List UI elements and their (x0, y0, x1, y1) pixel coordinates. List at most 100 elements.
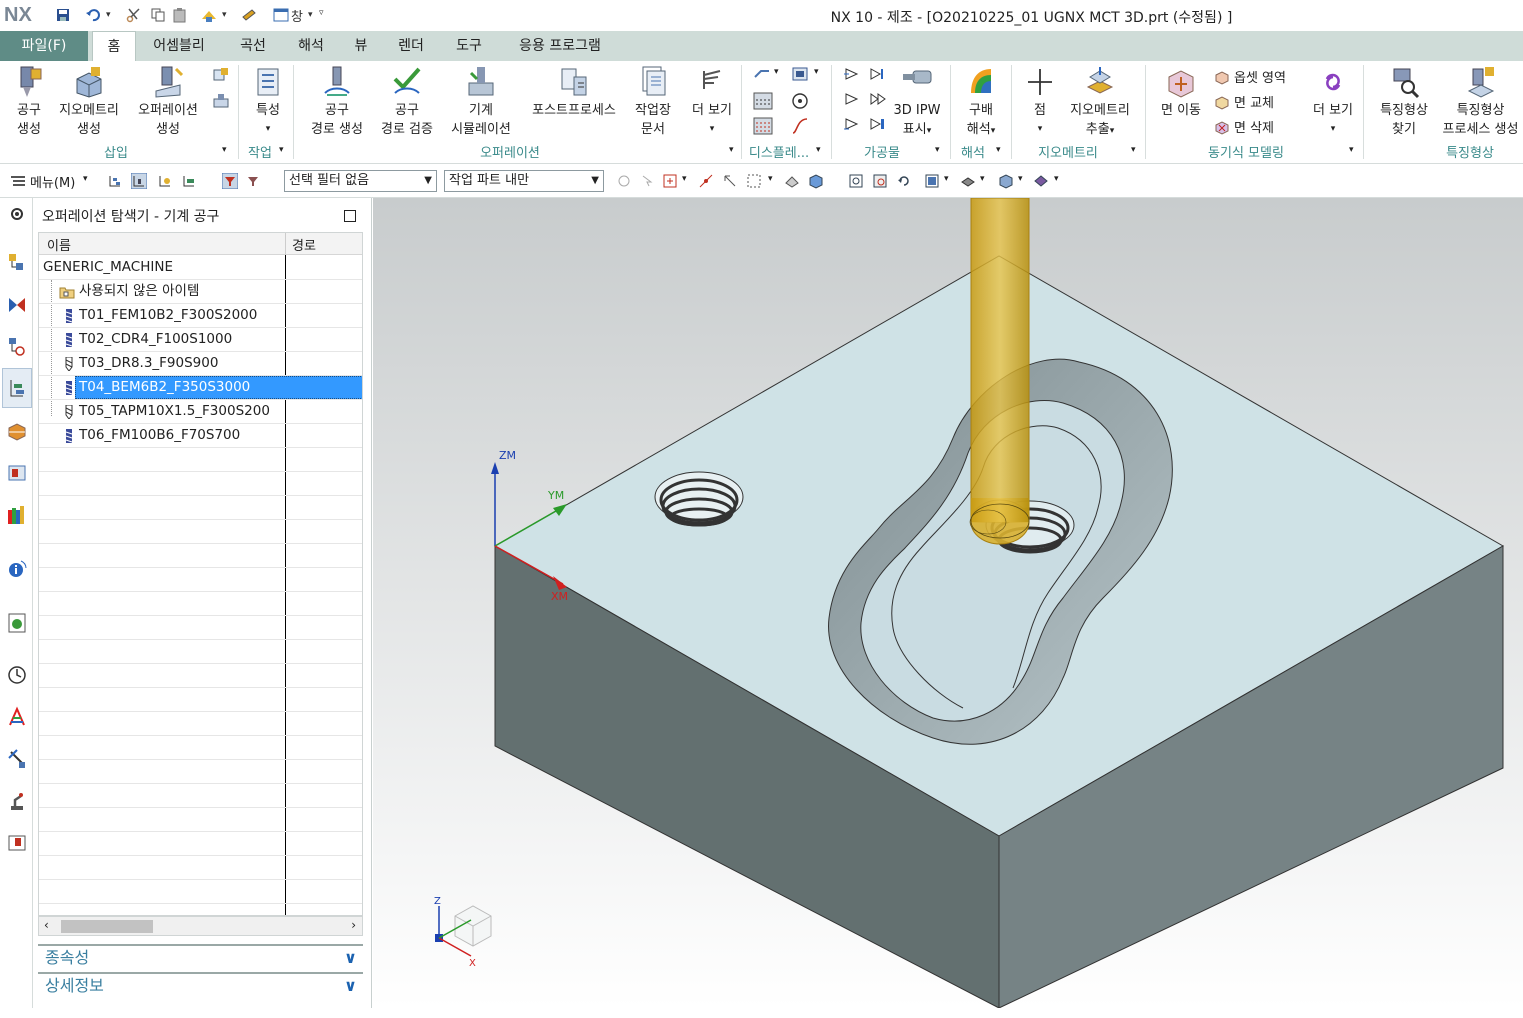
background-icon[interactable] (998, 173, 1014, 189)
edge-display-dropdown-icon[interactable]: ▾ (1054, 174, 1059, 184)
select-chain-icon[interactable] (722, 173, 738, 189)
tab-assembly[interactable]: 어셈블리 (140, 31, 218, 61)
display-point-icon[interactable] (791, 92, 809, 110)
reuse-library-icon[interactable] (7, 462, 27, 484)
filter-options-icon[interactable] (245, 173, 261, 189)
maximize-icon[interactable] (344, 210, 356, 222)
workpiece-play-icon[interactable] (843, 67, 861, 81)
verify-toolpath-button[interactable]: 공구 경로 검증 (372, 65, 442, 139)
geometry-view-icon[interactable] (157, 173, 173, 189)
display-curve-icon[interactable] (791, 117, 809, 135)
display-ipw-icon[interactable] (791, 66, 809, 82)
manufacturing-wizard-icon[interactable] (7, 748, 27, 770)
rectangle-select-dropdown-icon[interactable]: ▾ (768, 174, 773, 184)
select-in-view-dropdown-icon[interactable]: ▾ (682, 174, 687, 184)
tree-row[interactable]: T02_CDR4_F100S1000 (39, 328, 362, 352)
display-group-dropdown-icon[interactable]: ▾ (816, 145, 821, 155)
cutting-tool[interactable] (969, 198, 1030, 545)
work-group-dropdown-icon[interactable]: ▾ (279, 145, 284, 155)
render-style-icon[interactable] (960, 173, 976, 189)
tab-view[interactable]: 뷰 (344, 31, 378, 61)
offset-region-button[interactable]: 옵셋 영역 (1214, 67, 1286, 86)
history-icon[interactable] (7, 664, 27, 686)
workpiece-rewind-icon[interactable] (843, 92, 861, 106)
select-feature-icon[interactable] (616, 173, 632, 189)
find-feature-button[interactable]: 특징형상 찾기 (1372, 65, 1436, 139)
create-tool-button[interactable]: 공구 생성 (8, 65, 50, 139)
column-header-path[interactable]: 경로 (292, 235, 316, 254)
palette-icon[interactable] (7, 504, 27, 526)
robot-icon[interactable] (7, 790, 27, 812)
selection-filter-dropdown[interactable]: 선택 필터 없음 ▼ (284, 170, 437, 192)
snap-point-icon[interactable] (698, 173, 714, 189)
replace-face-button[interactable]: 면 교체 (1214, 92, 1274, 111)
workpiece-end-icon[interactable] (868, 117, 886, 131)
tree-row[interactable]: T05_TAPM10X1.5_F300S200 (39, 400, 362, 424)
create-method-icon[interactable] (212, 93, 230, 109)
tree-row-root[interactable]: GENERIC_MACHINE (39, 256, 362, 280)
tab-curve[interactable]: 곡선 (228, 31, 278, 61)
solid-body-icon[interactable] (808, 173, 824, 189)
select-in-view-icon[interactable] (662, 173, 678, 189)
tree-row[interactable]: T01_FEM10B2_F300S2000 (39, 304, 362, 328)
tab-analysis[interactable]: 해석 (286, 31, 336, 61)
model-view[interactable]: ZM YM XM Z X (373, 198, 1523, 1008)
menu-button[interactable]: 메뉴(M) (30, 172, 75, 191)
resource-settings-icon[interactable] (7, 204, 27, 226)
machining-method-view-icon[interactable] (181, 173, 197, 189)
tab-tools[interactable]: 도구 (444, 31, 494, 61)
part-navigator-icon[interactable] (7, 336, 27, 358)
tab-home[interactable]: 홈 (92, 31, 136, 62)
background-dropdown-icon[interactable]: ▾ (1018, 174, 1023, 184)
workpiece-step-icon[interactable] (868, 67, 886, 81)
delete-face-button[interactable]: 면 삭제 (1214, 117, 1274, 136)
dependencies-panel[interactable]: 종속성 ∨ (38, 944, 363, 970)
column-header-name[interactable]: 이름 (47, 235, 71, 254)
machine-navigator-icon[interactable] (7, 420, 27, 442)
shop-documentation-button[interactable]: 작업장 문서 (626, 65, 680, 139)
tree-row[interactable]: 사용되지 않은 아이템 (39, 280, 362, 304)
tree-row[interactable]: T03_DR8.3_F90S900 (39, 352, 362, 376)
insert-group-dropdown-icon[interactable]: ▾ (222, 145, 227, 155)
postprocess-button[interactable]: 포스트프로세스 (524, 65, 624, 120)
scroll-right-icon[interactable]: › (351, 918, 356, 932)
fit-view-icon[interactable] (848, 173, 864, 189)
scroll-left-icon[interactable]: ‹ (44, 918, 49, 932)
tree-row-selected[interactable]: T04_BEM6B2_F350S3000 (39, 376, 362, 400)
web-browser-icon[interactable] (7, 612, 27, 634)
menu-dropdown-icon[interactable]: ▾ (83, 174, 88, 184)
scrollbar-thumb[interactable] (61, 920, 153, 933)
extract-geometry-button[interactable]: 지오메트리 추출▾ (1062, 65, 1138, 141)
operation-group-dropdown-icon[interactable]: ▾ (729, 145, 734, 155)
sync-more-button[interactable]: 더 보기 ▾ (1306, 65, 1360, 139)
rectangle-select-icon[interactable] (746, 173, 762, 189)
workpiece-forward-icon[interactable] (868, 92, 886, 106)
display-path-color-icon[interactable] (753, 92, 773, 110)
display-path-pattern-icon[interactable] (753, 117, 773, 135)
menu-icon[interactable] (10, 173, 26, 189)
display-ipw-dropdown-icon[interactable]: ▾ (814, 67, 819, 77)
create-operation-button[interactable]: 오퍼레이션 생성 (130, 65, 206, 139)
program-order-view-icon[interactable] (107, 173, 123, 189)
operation-more-button[interactable]: 더 보기 ▾ (684, 65, 740, 139)
filter-icon[interactable] (222, 173, 238, 189)
orient-view-icon[interactable] (924, 173, 940, 189)
chevron-down-icon[interactable]: ∨ (344, 974, 357, 998)
edge-display-icon[interactable] (1033, 173, 1049, 189)
create-program-icon[interactable] (212, 67, 230, 83)
feature-process-button[interactable]: 특징형상 프로세스 생성 (1438, 65, 1523, 139)
zoom-icon[interactable] (872, 173, 888, 189)
machine-tool-view-icon[interactable] (131, 173, 147, 189)
workpiece-back-icon[interactable] (843, 117, 861, 131)
tab-file[interactable]: 파일(F) (0, 31, 88, 61)
orient-view-dropdown-icon[interactable]: ▾ (944, 174, 949, 184)
analysis-group-dropdown-icon[interactable]: ▾ (996, 145, 1001, 155)
point-button[interactable]: 점 ▾ (1022, 65, 1058, 139)
rotate-icon[interactable] (896, 173, 912, 189)
workpiece-group-dropdown-icon[interactable]: ▾ (935, 145, 940, 155)
properties-button[interactable]: 특성 ▾ (248, 65, 288, 139)
threaded-hole-left[interactable] (654, 471, 744, 527)
graphics-window[interactable]: ZM YM XM Z X (373, 198, 1523, 1008)
general-select-icon[interactable] (640, 173, 656, 189)
generate-toolpath-button[interactable]: 공구 경로 생성 (302, 65, 372, 139)
